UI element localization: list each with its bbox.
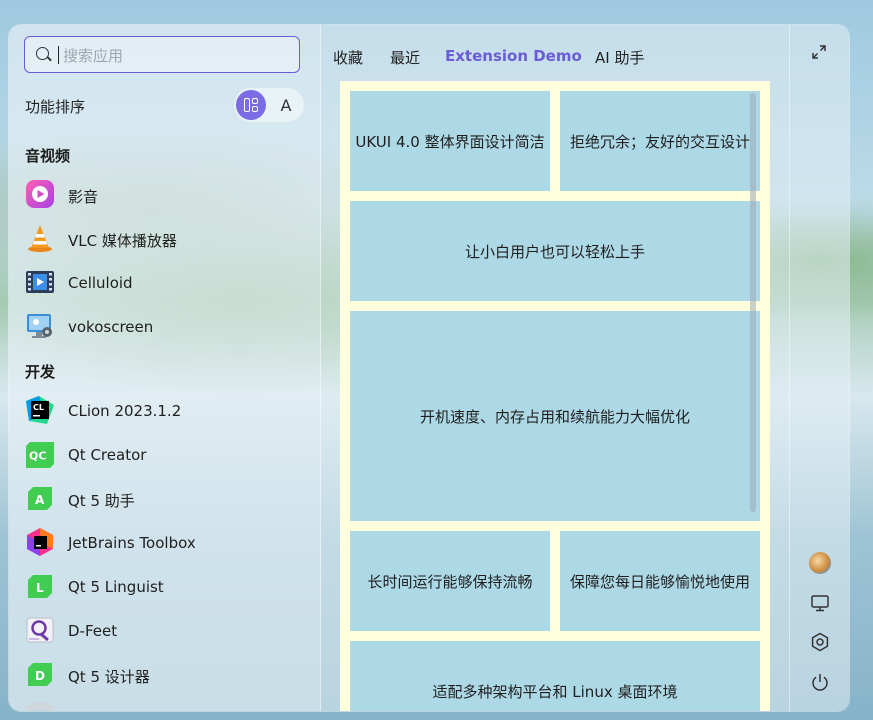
feature-card: 开机速度、内存占用和续航能力大幅优化 — [350, 311, 760, 521]
app-item[interactable]: vokoscreen — [23, 307, 313, 347]
category-grid-icon — [244, 98, 258, 112]
search-input[interactable] — [61, 43, 285, 69]
tab-recent[interactable]: 最近 — [390, 47, 420, 68]
right-rail — [789, 25, 849, 711]
user-avatar-icon[interactable] — [809, 552, 831, 574]
vokoscreen-icon — [27, 314, 52, 338]
qt-designer-icon: D — [28, 663, 52, 686]
app-item[interactable]: D-Feet — [23, 611, 313, 651]
qt-linguist-icon: L — [28, 575, 52, 598]
power-icon[interactable] — [809, 671, 831, 693]
app-name: Qt 5 助手 — [68, 492, 135, 510]
search-box[interactable] — [24, 36, 300, 73]
app-name: Qt 5 Linguist — [68, 578, 164, 596]
svg-text:QC: QC — [29, 450, 46, 463]
alphabetical-sort-button[interactable]: A — [271, 90, 301, 120]
svg-text:A: A — [35, 493, 45, 507]
app-name: vokoscreen — [68, 318, 154, 336]
feature-card: UKUI 4.0 整体界面设计简洁 — [350, 91, 550, 191]
feature-card: 拒绝冗余；友好的交互设计 — [560, 91, 760, 191]
feature-card: 适配多种架构平台和 Linux 桌面环境 — [350, 641, 760, 711]
app-name: Qt Creator — [68, 446, 147, 464]
app-list-panel: 功能排序 A 音视频 影音 — [9, 25, 321, 711]
app-item[interactable]: 影音 — [23, 175, 313, 215]
app-item[interactable]: L Qt 5 Linguist — [23, 567, 313, 607]
app-item[interactable]: VLC 媒体播放器 — [23, 219, 313, 259]
kylin-video-icon — [26, 180, 54, 208]
computer-icon[interactable] — [809, 592, 831, 614]
app-name: Qt 5 设计器 — [68, 668, 150, 686]
qt-assistant-icon: A — [28, 487, 52, 510]
category-sort-button[interactable] — [236, 90, 266, 120]
app-name: VLC 媒体播放器 — [68, 232, 177, 250]
d-feet-icon — [26, 617, 54, 643]
app-item[interactable]: JetBrains Toolbox — [23, 523, 313, 563]
partial-app-icon — [25, 702, 55, 711]
app-item[interactable]: QC Qt Creator — [23, 435, 313, 475]
app-name: JetBrains Toolbox — [68, 534, 196, 552]
sort-toggle: A — [234, 88, 304, 122]
clion-icon: CL — [26, 396, 54, 424]
svg-text:CL: CL — [33, 403, 44, 412]
feature-card: 长时间运行能够保持流畅 — [350, 531, 550, 631]
feature-card: 保障您每日能够愉悦地使用 — [560, 531, 760, 631]
start-menu-window: 功能排序 A 音视频 影音 — [9, 25, 849, 711]
canvas-scrollbar[interactable] — [750, 93, 756, 512]
feature-card: 让小白用户也可以轻松上手 — [350, 201, 760, 301]
celluloid-icon — [26, 271, 54, 293]
svg-text:L: L — [36, 581, 44, 595]
svg-text:D: D — [35, 669, 45, 683]
extension-demo-canvas: UKUI 4.0 整体界面设计简洁 拒绝冗余；友好的交互设计 让小白用户也可以轻… — [340, 81, 770, 711]
app-name: CLion 2023.1.2 — [68, 402, 182, 420]
section-title-audio-video: 音视频 — [25, 147, 71, 165]
app-item[interactable]: Celluloid — [23, 263, 313, 303]
app-item[interactable]: A Qt 5 助手 — [23, 479, 313, 519]
tab-favorites[interactable]: 收藏 — [333, 47, 363, 68]
app-name: D-Feet — [68, 622, 118, 640]
tab-extension-demo[interactable]: Extension Demo — [445, 47, 582, 65]
section-title-development: 开发 — [25, 363, 56, 381]
app-name: 影音 — [68, 188, 99, 206]
app-item[interactable]: D Qt 5 设计器 — [23, 655, 313, 695]
sort-label: 功能排序 — [25, 98, 86, 116]
text-caret — [58, 46, 59, 64]
vlc-icon — [28, 225, 52, 252]
app-name: Celluloid — [68, 274, 133, 292]
search-icon — [36, 47, 49, 60]
qt-creator-icon: QC — [26, 442, 54, 468]
settings-icon[interactable] — [809, 631, 831, 653]
tab-ai-assistant[interactable]: AI 助手 — [595, 47, 644, 68]
app-item[interactable]: CL CLion 2023.1.2 — [23, 391, 313, 431]
jetbrains-toolbox-icon — [27, 528, 53, 556]
